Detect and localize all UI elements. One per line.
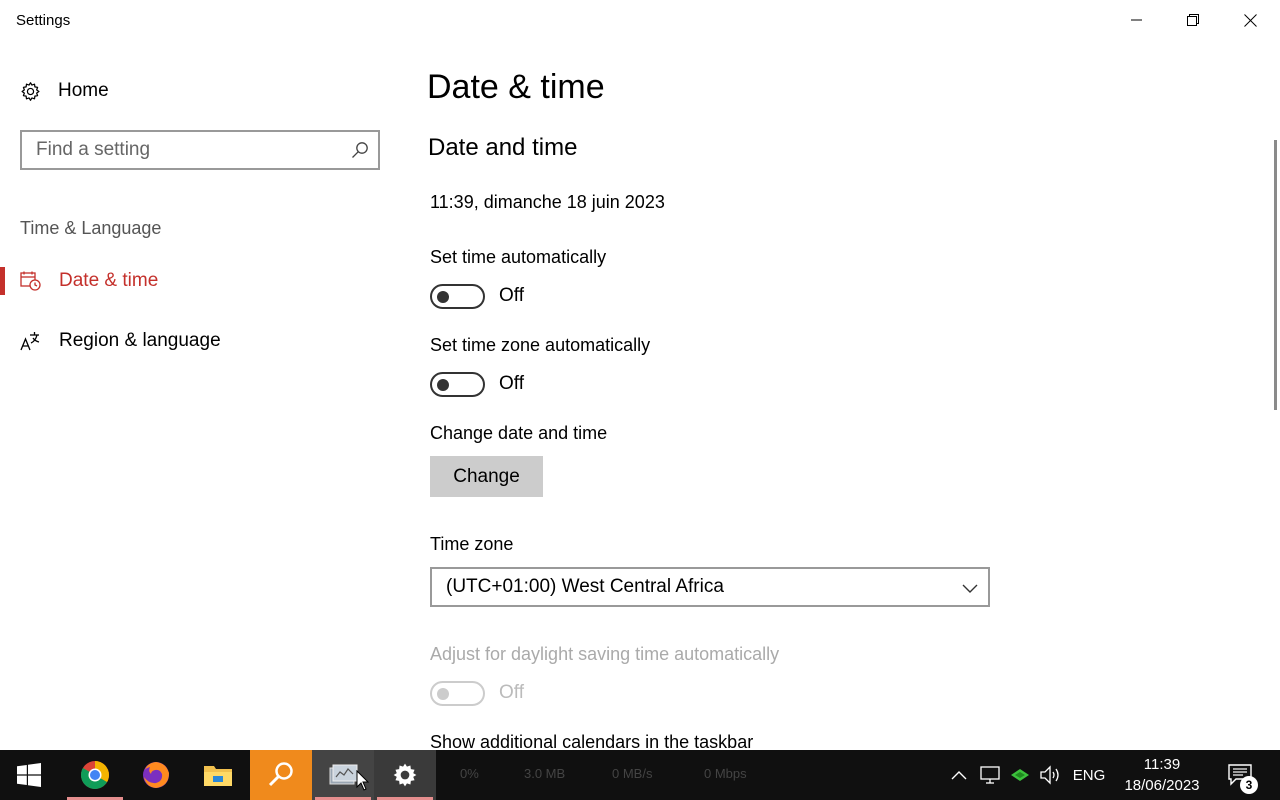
set-time-auto-toggle[interactable]: Off xyxy=(430,283,524,309)
gear-icon xyxy=(393,763,417,787)
dst-label: Adjust for daylight saving time automati… xyxy=(430,644,780,664)
minimize-button[interactable] xyxy=(1108,0,1165,40)
tray-device-icon[interactable] xyxy=(976,750,1004,800)
network-icon xyxy=(1011,769,1029,781)
time-zone-dropdown[interactable]: (UTC+01:00) West Central Africa xyxy=(430,567,990,607)
title-bar: Settings xyxy=(0,0,1280,42)
section-title: Date and time xyxy=(428,134,578,161)
home-label: Home xyxy=(58,80,109,101)
speaker-icon xyxy=(1040,765,1059,785)
chevron-down-icon xyxy=(962,580,978,601)
change-button[interactable]: Change xyxy=(430,456,543,497)
tray-volume-icon[interactable] xyxy=(1036,750,1064,800)
taskbar-clock[interactable]: 11:39 18/06/2023 xyxy=(1112,754,1212,796)
clock-time: 11:39 xyxy=(1143,756,1181,773)
monitor-icon xyxy=(980,766,1000,784)
cpu-readout: 0% xyxy=(460,766,479,781)
set-tz-auto-toggle[interactable]: Off xyxy=(430,371,524,397)
show-hidden-icons-button[interactable] xyxy=(948,750,970,800)
toggle-track xyxy=(430,680,485,706)
sidebar-section-label: Time & Language xyxy=(20,218,162,238)
action-center-button[interactable]: 3 xyxy=(1222,758,1262,794)
toggle-state: Off xyxy=(499,285,524,306)
memory-readout: 3.0 MB xyxy=(524,766,566,781)
taskbar-file-explorer[interactable] xyxy=(187,750,249,800)
set-tz-auto-label: Set time zone automatically xyxy=(430,335,651,355)
sidebar-item-region-language[interactable]: Region & language xyxy=(0,321,390,361)
toggle-knob xyxy=(437,687,449,700)
settings-search-box[interactable] xyxy=(20,130,380,170)
dst-toggle: Off xyxy=(430,680,524,706)
clock-date: 18/06/2023 xyxy=(1124,777,1200,794)
toggle-state: Off xyxy=(499,373,524,394)
toggle-state: Off xyxy=(499,682,524,703)
search-icon[interactable] xyxy=(351,141,369,164)
toggle-knob xyxy=(437,290,449,303)
time-zone-value: (UTC+01:00) West Central Africa xyxy=(446,576,724,597)
sidebar-item-label: Region & language xyxy=(59,330,221,351)
page-title: Date & time xyxy=(427,68,605,106)
close-icon xyxy=(1244,13,1257,27)
magnifier-icon xyxy=(268,762,293,787)
input-language-indicator[interactable]: ENG xyxy=(1068,750,1110,800)
language-icon xyxy=(20,331,40,356)
windows-logo-icon xyxy=(17,763,41,787)
current-datetime: 11:39, dimanche 18 juin 2023 xyxy=(430,192,665,212)
calendar-clock-icon xyxy=(20,271,41,296)
search-input[interactable] xyxy=(36,132,346,168)
time-zone-label: Time zone xyxy=(430,534,514,554)
scrollbar[interactable] xyxy=(1274,140,1277,410)
chevron-up-icon xyxy=(951,771,967,780)
toggle-track[interactable] xyxy=(430,371,485,397)
app-window-icon xyxy=(329,764,358,785)
firefox-icon xyxy=(143,762,169,788)
disk-readout: 0 MB/s xyxy=(612,766,653,781)
taskbar-settings[interactable] xyxy=(374,750,436,800)
sidebar-item-label: Date & time xyxy=(59,270,159,291)
mouse-cursor-icon xyxy=(356,770,370,791)
taskbar-firefox[interactable] xyxy=(125,750,187,800)
window-title: Settings xyxy=(16,12,71,29)
restore-button[interactable] xyxy=(1165,0,1222,40)
notification-count-badge: 3 xyxy=(1240,776,1258,794)
chrome-icon xyxy=(81,761,109,789)
active-indicator xyxy=(0,267,5,295)
close-button[interactable] xyxy=(1222,0,1279,40)
home-nav[interactable]: Home xyxy=(20,78,109,104)
start-button[interactable] xyxy=(0,750,58,800)
taskbar-perf-overlay: 0% 3.0 MB 0 MB/s 0 Mbps xyxy=(440,750,940,800)
folder-icon xyxy=(204,766,232,786)
sidebar-item-date-time[interactable]: Date & time xyxy=(0,261,390,301)
toggle-knob xyxy=(437,378,449,391)
taskbar-search-app[interactable] xyxy=(250,750,312,800)
taskbar-chrome[interactable] xyxy=(64,750,126,800)
restore-icon xyxy=(1187,13,1199,26)
change-date-label: Change date and time xyxy=(430,423,608,443)
set-time-auto-label: Set time automatically xyxy=(430,247,607,267)
tray-network-icon[interactable] xyxy=(1008,750,1032,800)
minimize-icon xyxy=(1130,19,1142,21)
network-readout: 0 Mbps xyxy=(704,766,747,781)
toggle-track[interactable] xyxy=(430,283,485,309)
gear-icon xyxy=(21,81,40,101)
taskbar: 0% 3.0 MB 0 MB/s 0 Mbps ENG 11:39 18/06/… xyxy=(0,750,1280,800)
